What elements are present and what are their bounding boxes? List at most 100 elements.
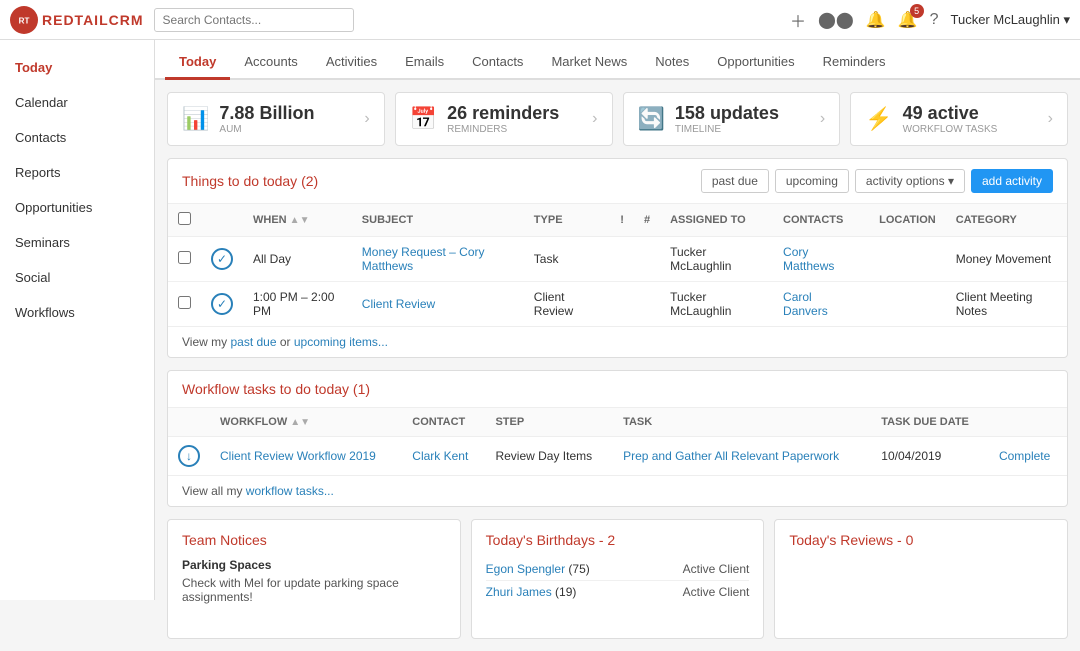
svg-text:RT: RT (19, 16, 30, 25)
sidebar-item-workflows[interactable]: Workflows (0, 295, 154, 330)
birthday-egon-link[interactable]: Egon Spengler (486, 562, 565, 576)
top-nav: RT REDTAILCRM ＋ ⬤⬤ 🔔 🔔 5 ? Tucker McLaug… (0, 0, 1080, 40)
wf-row1-complete-button[interactable]: Complete (999, 449, 1050, 463)
reminders-value: 26 reminders (447, 103, 559, 124)
row2-checkbox (168, 282, 201, 327)
workflow-section: Workflow tasks to do today (1) WORKFLOW … (167, 370, 1068, 507)
tab-contacts[interactable]: Contacts (458, 46, 537, 80)
row1-check[interactable] (178, 251, 191, 264)
stat-reminders[interactable]: 📅 26 reminders REMINDERS › (395, 92, 613, 146)
help-icon[interactable]: ? (930, 11, 939, 29)
col-assigned: ASSIGNED TO (660, 204, 773, 237)
row2-contact: Carol Danvers (773, 282, 869, 327)
reminders-label: REMINDERS (447, 124, 559, 135)
activities-section: Things to do today (2) past due upcoming… (167, 158, 1068, 358)
workflow-title: Workflow tasks to do today (1) (182, 381, 370, 397)
logo: RT REDTAILCRM (10, 6, 144, 34)
add-icon[interactable]: ＋ (790, 8, 806, 32)
row1-contact-link[interactable]: Cory Matthews (783, 245, 834, 273)
workflow-tasks-link[interactable]: workflow tasks... (246, 484, 334, 498)
sidebar-item-reports[interactable]: Reports (0, 155, 154, 190)
select-all-checkbox[interactable] (178, 212, 191, 225)
user-menu[interactable]: Tucker McLaughlin ▾ (951, 12, 1070, 28)
bell-icon[interactable]: 🔔 (866, 10, 886, 30)
wf-row1-workflow-link[interactable]: Client Review Workflow 2019 (220, 449, 376, 463)
tab-accounts[interactable]: Accounts (230, 46, 311, 80)
tab-marketnews[interactable]: Market News (537, 46, 641, 80)
logo-text: REDTAILCRM (42, 12, 144, 28)
past-due-link[interactable]: past due (230, 335, 276, 349)
tab-today[interactable]: Today (165, 46, 230, 80)
stat-aum[interactable]: 📊 7.88 Billion AUM › (167, 92, 385, 146)
col-checkbox (168, 204, 201, 237)
when-sort-icon: ▲▼ (290, 215, 310, 226)
stat-updates[interactable]: 🔄 158 updates TIMELINE › (623, 92, 841, 146)
row2-type: Client Review (524, 282, 611, 327)
stat-workflow[interactable]: ⚡ 49 active WORKFLOW TASKS › (850, 92, 1068, 146)
updates-icon: 🔄 (638, 106, 665, 132)
row2-contact-link[interactable]: Carol Danvers (783, 290, 828, 318)
past-due-button[interactable]: past due (701, 169, 769, 193)
notification-count: 5 (910, 4, 924, 18)
sidebar-item-social[interactable]: Social (0, 260, 154, 295)
wf-col-task: TASK (613, 408, 871, 437)
row2-circle: ✓ (201, 282, 243, 327)
tab-notes[interactable]: Notes (641, 46, 703, 80)
tab-emails[interactable]: Emails (391, 46, 458, 80)
wf-col-duedate: TASK DUE DATE (871, 408, 989, 437)
tab-opportunities[interactable]: Opportunities (703, 46, 808, 80)
team-notices-title: Team Notices (182, 532, 446, 548)
wf-row1-contact: Clark Kent (402, 437, 485, 476)
row2-subject-link[interactable]: Client Review (362, 297, 435, 311)
search-input[interactable] (154, 8, 354, 32)
sidebar-item-seminars[interactable]: Seminars (0, 225, 154, 260)
sidebar-item-today[interactable]: Today (0, 50, 154, 85)
wf-row1-task-link[interactable]: Prep and Gather All Relevant Paperwork (623, 449, 839, 463)
workflow-header: Workflow tasks to do today (1) (168, 371, 1067, 408)
bottom-row: Team Notices Parking Spaces Check with M… (167, 519, 1068, 639)
row1-circle: ✓ (201, 237, 243, 282)
birthday-zhuri-status: Active Client (683, 585, 750, 599)
updates-arrow: › (820, 110, 825, 128)
activity-options-button[interactable]: activity options ▾ (855, 169, 965, 193)
sidebar-item-contacts[interactable]: Contacts (0, 120, 154, 155)
page-content: 📊 7.88 Billion AUM › 📅 26 reminders REMI… (155, 80, 1080, 651)
birthday-zhuri-age: (19) (555, 585, 576, 599)
row1-expand[interactable]: ✓ (211, 248, 233, 270)
activities-actions: past due upcoming activity options ▾ add… (701, 169, 1053, 193)
upcoming-button[interactable]: upcoming (775, 169, 849, 193)
workflow-label: WORKFLOW TASKS (903, 124, 998, 135)
row2-expand[interactable]: ✓ (211, 293, 233, 315)
wf-row1-expand[interactable]: ↓ (178, 445, 200, 467)
row1-assigned: Tucker McLaughlin (660, 237, 773, 282)
row2-check[interactable] (178, 296, 191, 309)
wf-row1-action: Complete (989, 437, 1067, 476)
stat-aum-left: 📊 7.88 Billion AUM (182, 103, 314, 135)
row1-subject-link[interactable]: Money Request – Cory Matthews (362, 245, 485, 273)
share-icon[interactable]: ⬤⬤ (818, 10, 854, 30)
stat-updates-left: 🔄 158 updates TIMELINE (638, 103, 779, 135)
aum-label: AUM (219, 124, 314, 135)
row1-category: Money Movement (946, 237, 1067, 282)
activities-view-more: View my past due or upcoming items... (168, 326, 1067, 357)
reviews-card: Today's Reviews - 0 (774, 519, 1068, 639)
tab-activities[interactable]: Activities (312, 46, 391, 80)
row1-when: All Day (243, 237, 352, 282)
row2-when: 1:00 PM – 2:00 PM (243, 282, 352, 327)
workflow-view-more: View all my workflow tasks... (168, 475, 1067, 506)
reminders-arrow: › (592, 110, 597, 128)
notification-badge[interactable]: 🔔 5 (898, 10, 918, 30)
col-category: CATEGORY (946, 204, 1067, 237)
sidebar-item-opportunities[interactable]: Opportunities (0, 190, 154, 225)
upcoming-items-link[interactable]: upcoming items... (294, 335, 388, 349)
stat-workflow-left: ⚡ 49 active WORKFLOW TASKS (865, 103, 997, 135)
add-activity-button[interactable]: add activity (971, 169, 1053, 193)
col-location: LOCATION (869, 204, 946, 237)
col-type: TYPE (524, 204, 611, 237)
notice-label: Parking Spaces (182, 558, 446, 572)
tab-reminders[interactable]: Reminders (809, 46, 900, 80)
sidebar-item-calendar[interactable]: Calendar (0, 85, 154, 120)
birthday-zhuri-link[interactable]: Zhuri James (486, 585, 552, 599)
wf-row1-contact-link[interactable]: Clark Kent (412, 449, 468, 463)
sidebar: Today Calendar Contacts Reports Opportun… (0, 40, 155, 600)
